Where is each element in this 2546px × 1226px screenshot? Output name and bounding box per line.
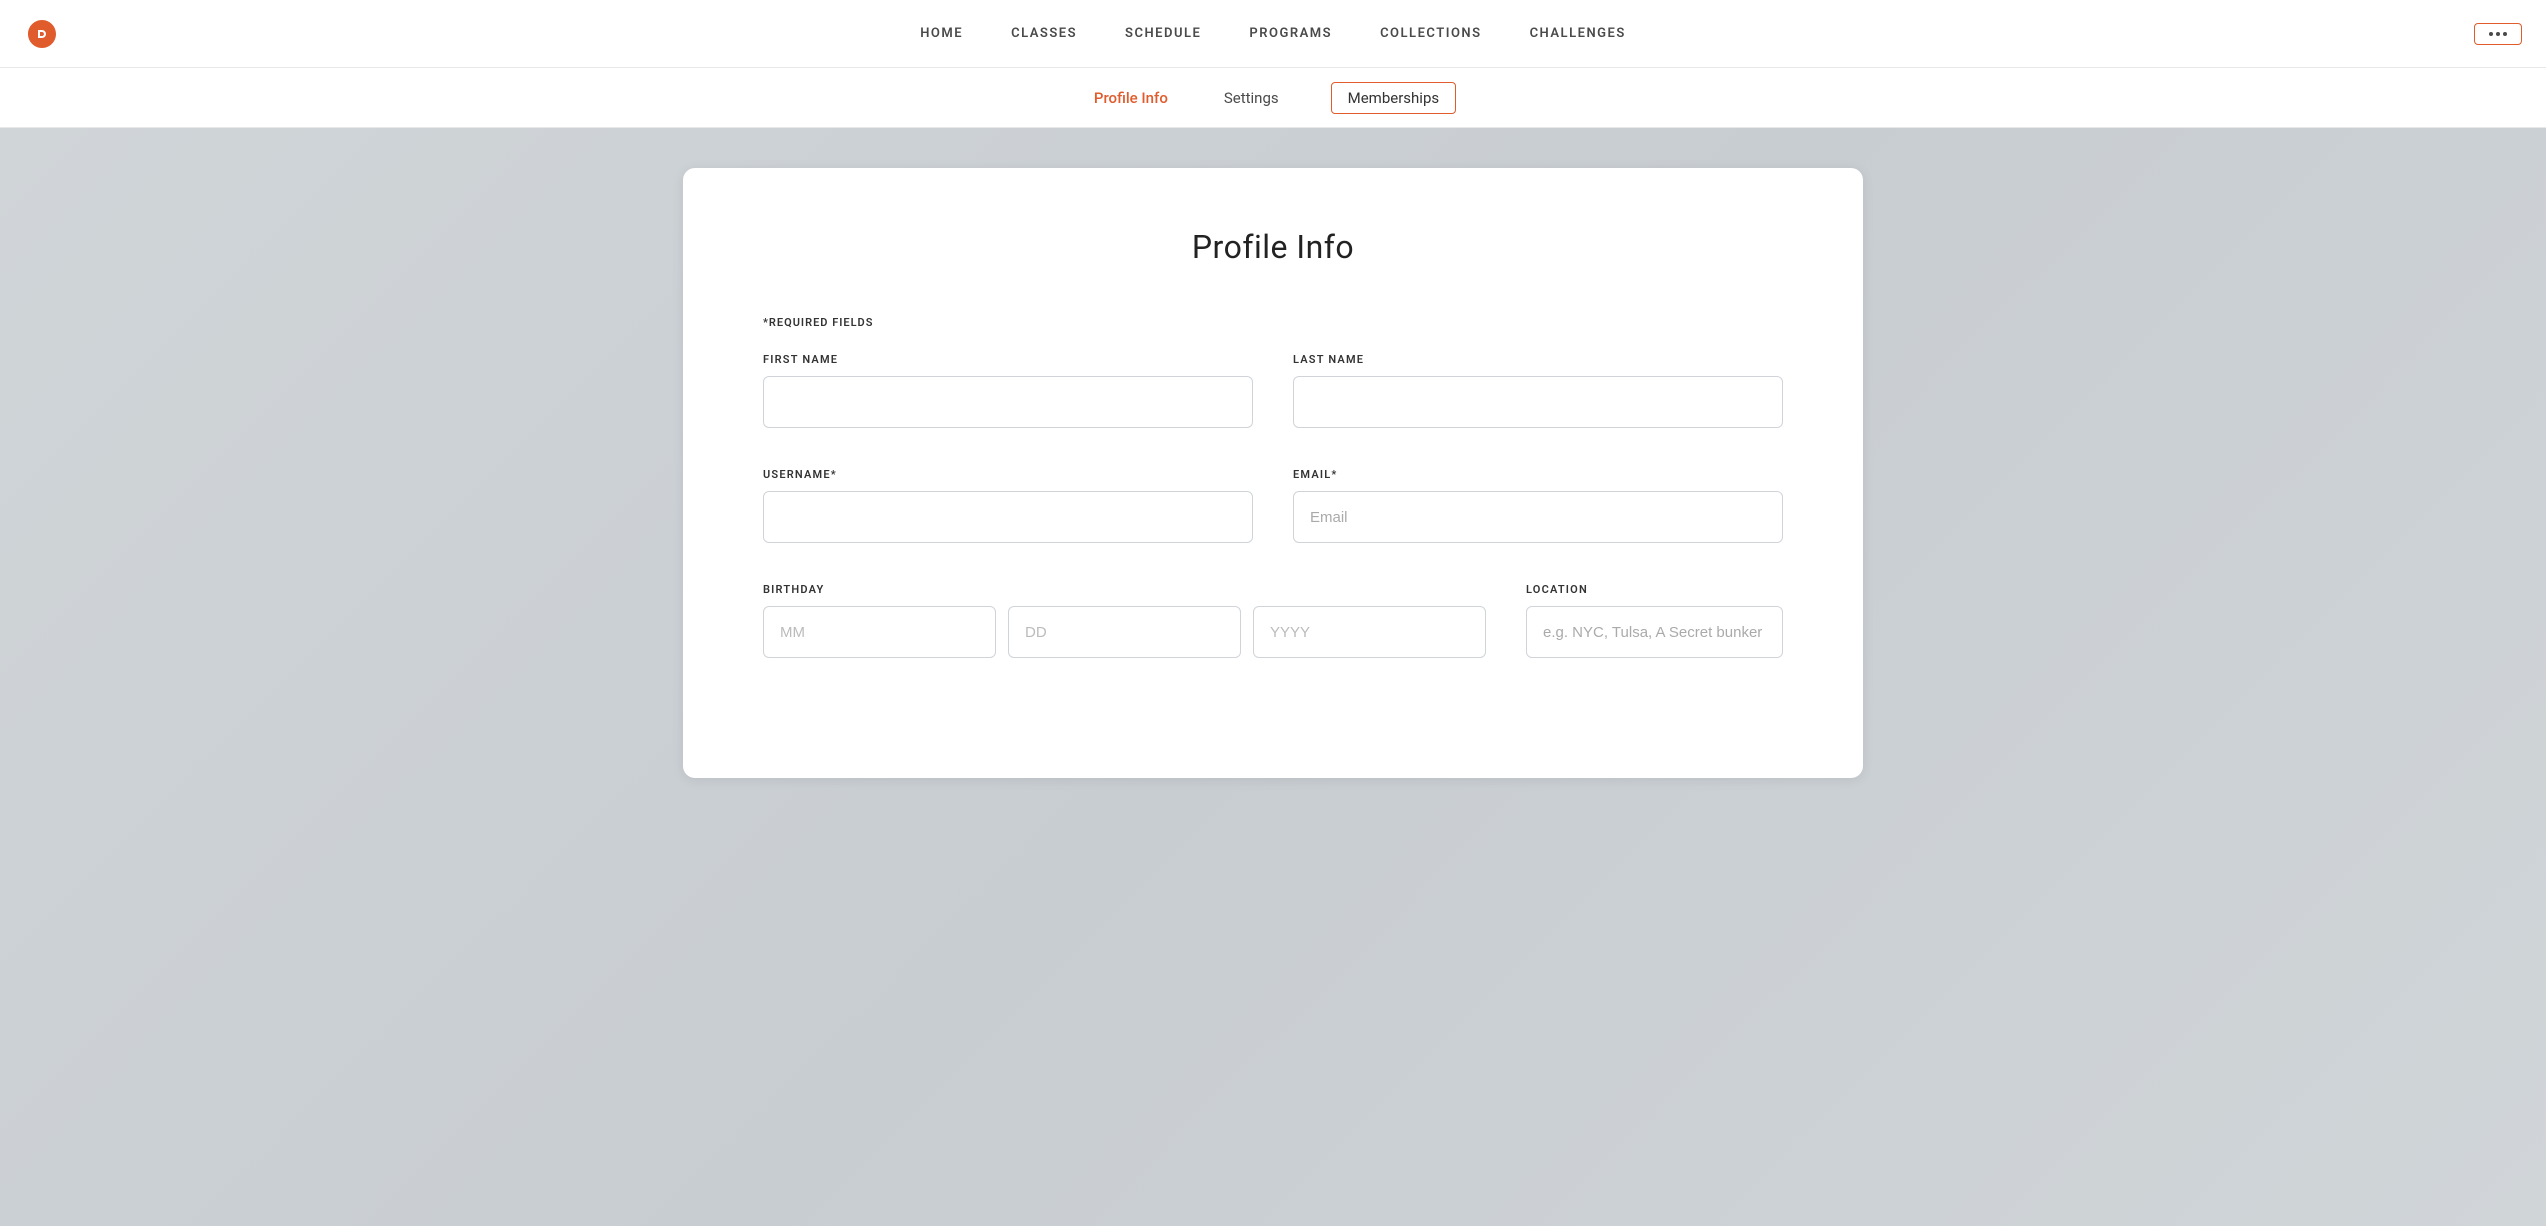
birthday-inputs (763, 606, 1486, 658)
more-dot-3 (2503, 32, 2507, 36)
birthday-mm-input[interactable] (763, 606, 996, 658)
top-navigation: HOME CLASSES SCHEDULE PROGRAMS COLLECTIO… (0, 0, 2546, 68)
first-name-label: FIRST NAME (763, 353, 1253, 366)
more-menu-button[interactable] (2474, 23, 2522, 45)
nav-links: HOME CLASSES SCHEDULE PROGRAMS COLLECTIO… (920, 26, 1626, 41)
more-dot-2 (2496, 32, 2500, 36)
birthday-label: BIRTHDAY (763, 583, 1486, 596)
last-name-label: LAST NAME (1293, 353, 1783, 366)
email-label: EMAIL* (1293, 468, 1783, 481)
nav-classes[interactable]: CLASSES (1011, 26, 1077, 41)
nav-schedule[interactable]: SCHEDULE (1125, 26, 1201, 41)
tab-profile-info[interactable]: Profile Info (1090, 81, 1172, 115)
logo[interactable] (24, 16, 60, 52)
name-row: FIRST NAME LAST NAME (763, 353, 1783, 428)
username-email-row: USERNAME* EMAIL* (763, 468, 1783, 543)
location-label: LOCATION (1526, 583, 1783, 596)
birthday-dd-input[interactable] (1008, 606, 1241, 658)
nav-challenges[interactable]: CHALLENGES (1530, 26, 1626, 41)
location-group: LOCATION (1526, 583, 1783, 658)
nav-programs[interactable]: PROGRAMS (1249, 26, 1332, 41)
more-dot-1 (2489, 32, 2493, 36)
nav-home[interactable]: HOME (920, 26, 963, 41)
page-content: Profile Info *REQUIRED FIELDS FIRST NAME… (0, 128, 2546, 1226)
location-input[interactable] (1526, 606, 1783, 658)
birthday-location-row: BIRTHDAY LOCATION (763, 583, 1783, 658)
tab-settings[interactable]: Settings (1220, 81, 1283, 115)
last-name-input[interactable] (1293, 376, 1783, 428)
username-input[interactable] (763, 491, 1253, 543)
form-title: Profile Info (763, 228, 1783, 266)
birthday-yyyy-input[interactable] (1253, 606, 1486, 658)
first-name-input[interactable] (763, 376, 1253, 428)
nav-collections[interactable]: COLLECTIONS (1380, 26, 1482, 41)
email-input[interactable] (1293, 491, 1783, 543)
last-name-group: LAST NAME (1293, 353, 1783, 428)
email-group: EMAIL* (1293, 468, 1783, 543)
username-group: USERNAME* (763, 468, 1253, 543)
birthday-group: BIRTHDAY (763, 583, 1486, 658)
required-fields-note: *REQUIRED FIELDS (763, 316, 1783, 329)
sub-navigation: Profile Info Settings Memberships (0, 68, 2546, 128)
first-name-group: FIRST NAME (763, 353, 1253, 428)
username-label: USERNAME* (763, 468, 1253, 481)
tab-memberships[interactable]: Memberships (1331, 82, 1456, 114)
profile-form-card: Profile Info *REQUIRED FIELDS FIRST NAME… (683, 168, 1863, 778)
